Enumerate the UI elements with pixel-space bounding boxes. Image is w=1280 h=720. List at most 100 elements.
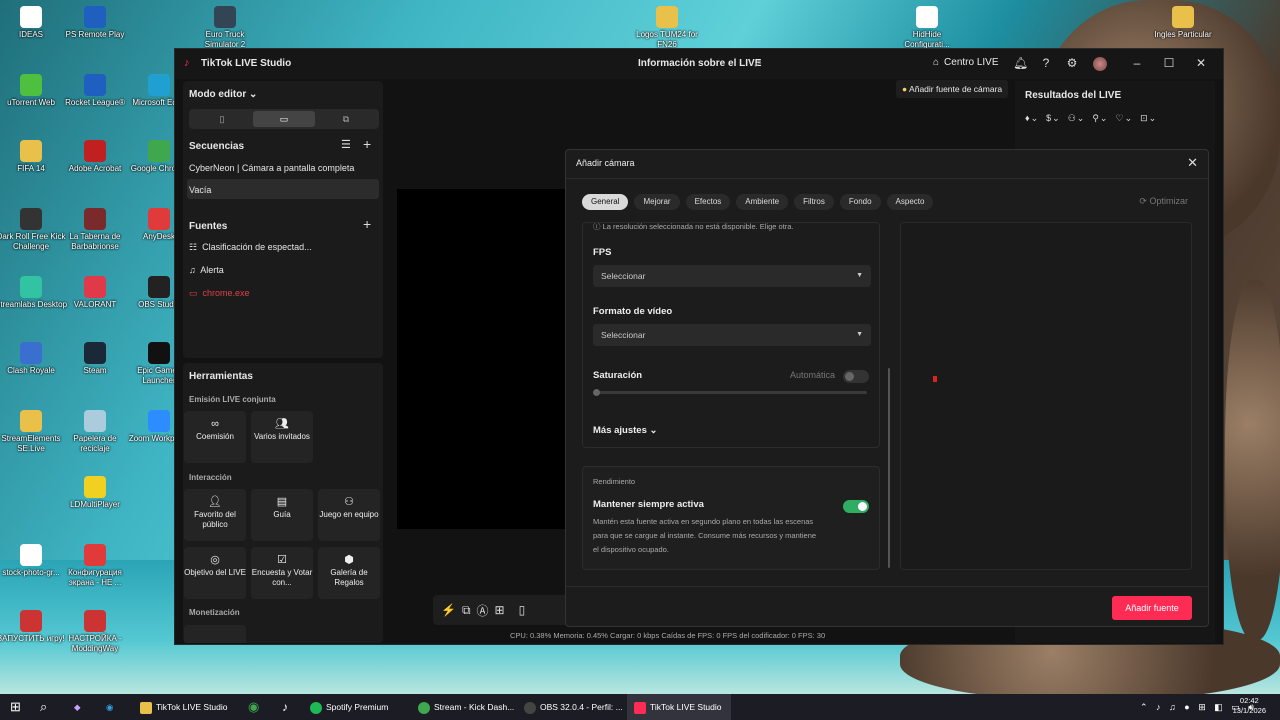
add-sequence-icon[interactable]: + [363,136,371,152]
taskbar-item[interactable]: Stream - Kick Dash... [418,699,514,715]
taskbar-item[interactable]: TikTok LIVE Studio [140,699,228,715]
tab-mejorar[interactable]: Mejorar [634,194,680,210]
windows-start-icon[interactable]: ⊞ [10,699,21,715]
mode-selector[interactable]: Modo editor ⌄ [189,89,257,100]
close-icon[interactable]: ✕ [1187,155,1198,171]
tool-live-goal[interactable]: ◎ Objetivo del LIVE [184,547,246,599]
more-settings-button[interactable]: Más ajustes ⌄ [593,425,657,436]
app-icon [148,276,170,298]
live-info-title[interactable]: Información sobre el LIVE [638,58,761,69]
tool-coemision[interactable]: ∞ Coemisión [184,411,246,463]
video-format-select[interactable]: Seleccionar ▼ [593,324,871,346]
tool-monetization[interactable] [184,625,246,643]
source-item[interactable]: ☷ Clasificación de espectad... [189,242,312,253]
desktop-icon[interactable]: LDMultiPlayer [58,476,132,510]
orientation-toggle: ▯ ▭ ⧉ [189,109,379,129]
tiktok-icon[interactable]: ♪ [282,699,288,715]
tab-filtros[interactable]: Filtros [794,194,834,210]
landscape-icon[interactable]: ▭ [253,111,315,127]
people-icon: 👤︎ [208,496,222,508]
title-bar[interactable]: ♪ TikTok LIVE Studio Información sobre e… [175,49,1223,79]
scrollbar[interactable] [888,368,890,568]
add-media-icon[interactable]: ⊞ [495,603,505,617]
live-center-button[interactable]: ⌂ Centro LIVE [933,57,999,68]
avatar[interactable] [1093,57,1107,71]
copilot-icon[interactable]: ◆ [74,699,81,715]
tab-efectos[interactable]: Efectos [685,194,731,210]
desktop-icon[interactable]: Steam [58,342,132,376]
help-icon[interactable]: ? [1039,56,1053,70]
edge-icon[interactable]: ◉ [106,699,113,715]
desktop-icon[interactable]: Logos TUM24 for FN26 [630,6,704,50]
desktop-icon[interactable]: Ingles Particular [1146,6,1220,40]
maximize-icon[interactable]: ☐ [1162,56,1176,70]
add-camera-source-button[interactable]: ● Añadir fuente de cámara [896,80,1009,98]
tab-aspecto[interactable]: Aspecto [886,194,934,210]
fps-select[interactable]: Seleccionar ▼ [593,265,871,287]
screen-icon[interactable]: ⧉ [462,603,471,618]
share-icon[interactable]: ⇗ [753,57,762,70]
add-source-button[interactable]: Añadir fuente [1112,596,1192,620]
tab-fondo[interactable]: Fondo [839,194,881,210]
chrome-icon[interactable]: ◉ [248,699,259,715]
gift-icon[interactable]: ⊡⌄ [1140,113,1157,123]
tool-label: Objetivo del LIVE [184,568,246,577]
desktop-icon[interactable]: La Taberna de Barbabrionse [58,208,132,252]
taskbar-item-active[interactable]: TikTok LIVE Studio [634,699,722,715]
slider-handle[interactable] [593,389,600,396]
tool-gift-gallery[interactable]: ⬢ Galería de Regalos [318,547,380,599]
tool-audience-favorite[interactable]: 👤︎ Favorito del público [184,489,246,541]
minimize-icon[interactable]: – [1130,56,1144,70]
keep-active-label: Mantener siempre activa [593,499,704,510]
desktop-icon[interactable]: Rocket League® [58,74,132,108]
close-icon[interactable]: ✕ [1194,56,1208,70]
portrait-icon[interactable]: ▯ [191,111,253,127]
desktop-icon[interactable]: НАСТРОЙКА - ModdingWay [58,610,132,654]
search-icon[interactable]: ⌕ [40,699,47,715]
keep-active-toggle[interactable] [843,500,869,513]
viewers-icon[interactable]: ⚇⌄ [1068,113,1086,123]
desktop-icon[interactable]: Euro Truck Simulator 2 [188,6,262,50]
bell-icon[interactable]: 🔔︎ [1013,56,1028,70]
ai-icon[interactable]: Ⓐ [477,602,489,619]
diamond-icon[interactable]: ♦⌄ [1025,113,1039,123]
desktop-icon[interactable]: Adobe Acrobat [58,140,132,174]
desktop-icon[interactable]: PS Remote Play [58,6,132,40]
sequence-item[interactable]: CyberNeon | Cámara a pantalla completa [189,163,354,173]
heart-icon[interactable]: ♡⌄ [1116,113,1134,123]
gear-icon[interactable]: ⚙ [1065,56,1079,70]
app-icon [148,140,170,162]
tool-poll[interactable]: ☑ Encuesta y Votar con... [251,547,313,599]
source-item[interactable]: ♫ Alerta [189,265,224,275]
saturation-auto-toggle[interactable] [843,370,869,383]
list-icon[interactable]: ☰ [341,138,351,151]
app-icon [148,208,170,230]
desktop-icon[interactable]: VALORANT [58,276,132,310]
saturation-slider[interactable] [593,389,867,396]
taskbar-item[interactable]: Spotify Premium [310,699,388,715]
coin-icon[interactable]: $⌄ [1046,113,1061,123]
desktop-icon[interactable]: HidHide Configurati... [890,6,964,50]
optimize-button[interactable]: ⟳ Optimizar [1139,196,1188,207]
tool-guide[interactable]: ▤ Guía [251,489,313,541]
taskbar-item-label: TikTok LIVE Studio [650,702,722,712]
phone-icon[interactable]: ▯ [519,603,526,617]
sequence-item[interactable]: Vacía [189,185,211,195]
magic-icon[interactable]: ⚡ [441,603,456,617]
dialog-title: Añadir cámara [576,158,635,168]
desktop-icon[interactable]: Конфигурация экрана - НЕ ... [58,544,132,588]
tool-team-game[interactable]: ⚇ Juego en equipo [318,489,380,541]
tab-ambiente[interactable]: Ambiente [736,194,789,210]
tab-general[interactable]: General [582,194,629,210]
followers-icon[interactable]: ⚲⌄ [1092,113,1108,123]
source-item-label: Clasificación de espectad... [202,242,312,252]
taskbar-item[interactable]: OBS 32.0.4 - Perfil: ... [524,699,623,715]
multi-layout-icon[interactable]: ⧉ [315,111,377,127]
general-settings-panel[interactable]: ⓘ La resolución seleccionada no está dis… [582,222,880,448]
add-source-icon[interactable]: + [363,216,371,232]
sequence-item-selected[interactable] [187,179,379,199]
clock[interactable]: 02:42 13/1/2026 [1233,696,1266,716]
tool-multi-guest[interactable]: 👥︎ Varios invitados [251,411,313,463]
source-item[interactable]: ▭ chrome.exe [189,288,250,299]
desktop-icon[interactable]: Papelera de reciclaje [58,410,132,454]
